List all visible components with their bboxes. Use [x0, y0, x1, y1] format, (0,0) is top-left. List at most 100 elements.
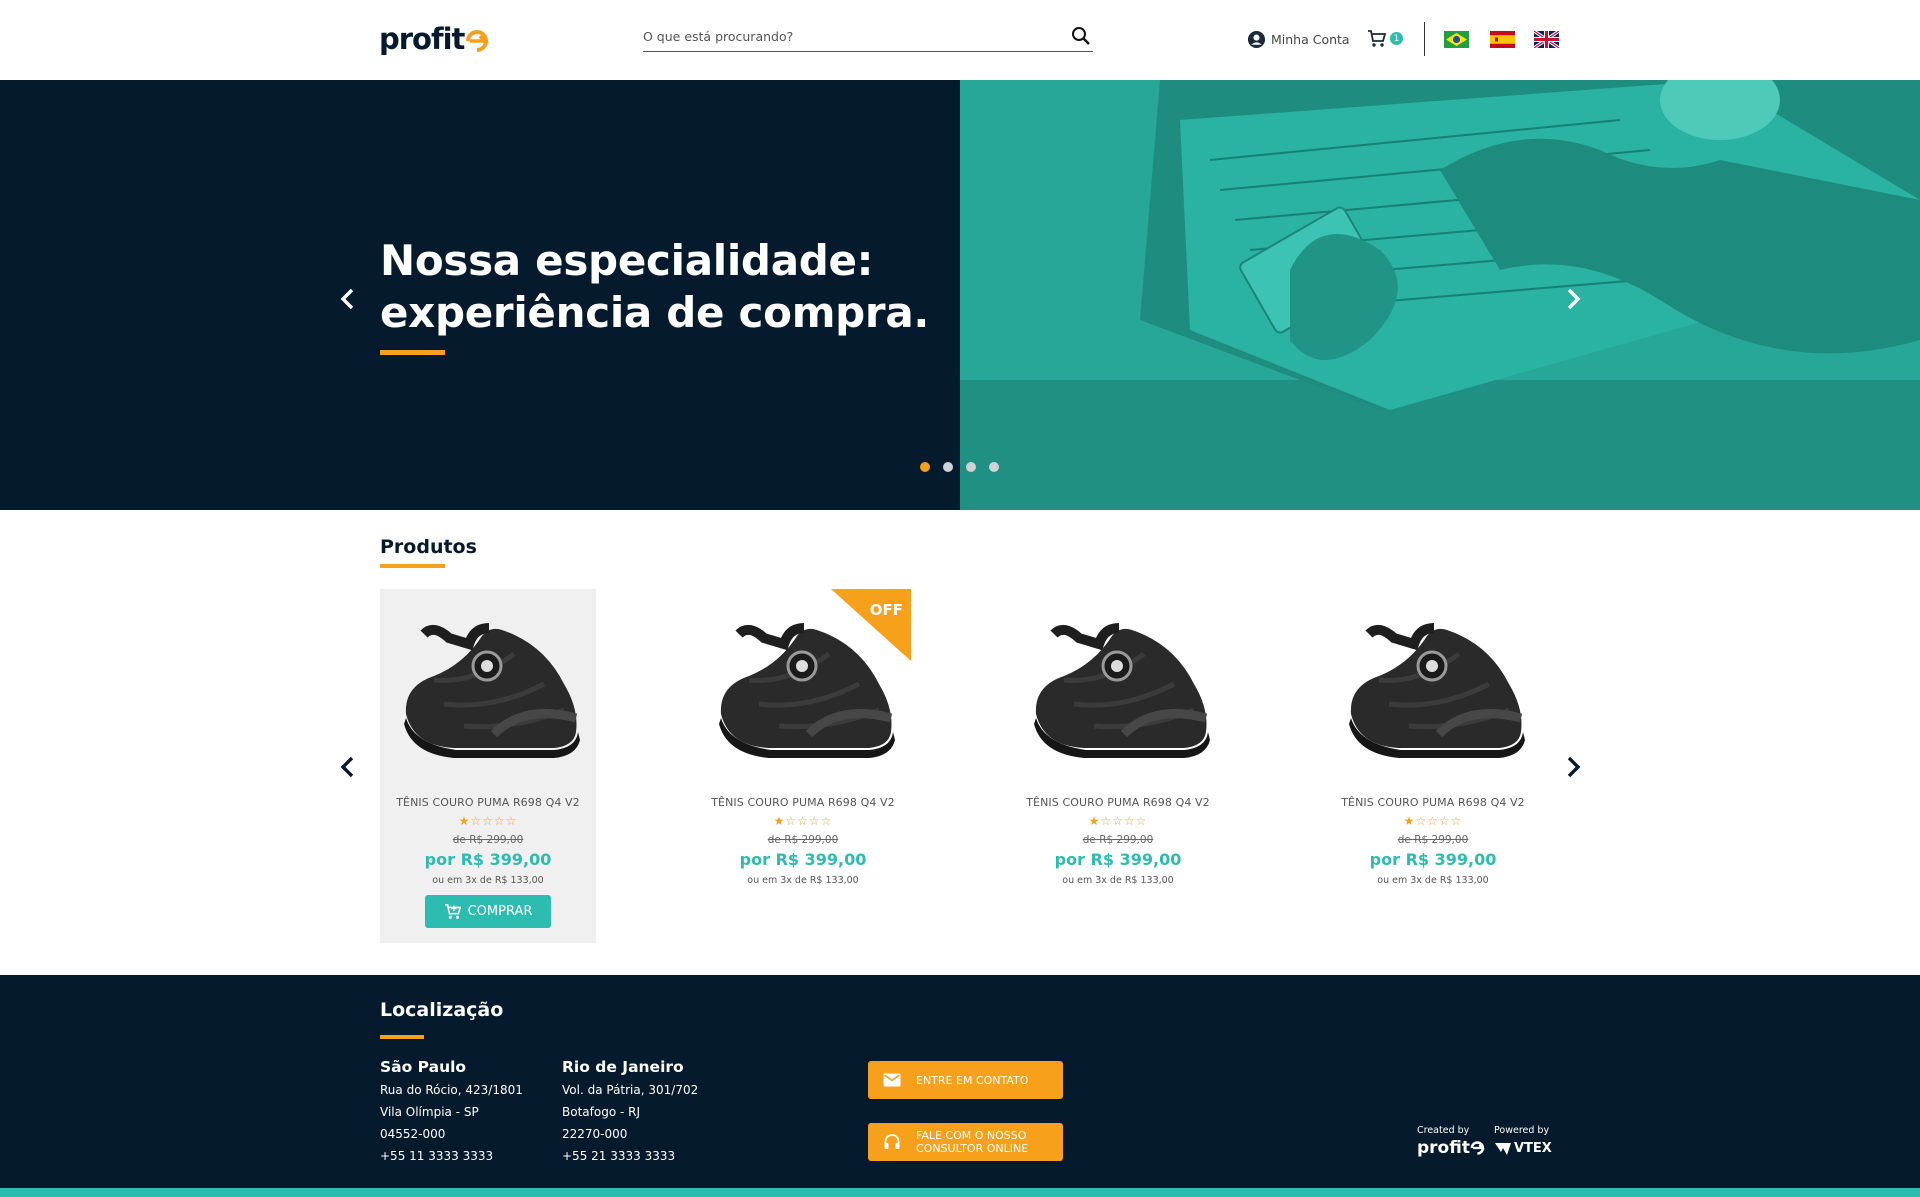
logo-e-icon: [466, 30, 490, 52]
star-empty-icon: ☆: [1415, 814, 1428, 828]
uk-flag-icon[interactable]: [1534, 31, 1559, 48]
phone-line: +55 21 3333 3333: [562, 1149, 676, 1163]
star-empty-icon: ☆: [785, 814, 798, 828]
logo-text: profit: [379, 22, 465, 56]
buy-button-label: COMPRAR: [467, 904, 533, 919]
hero-title: Nossa especialidade: experiência de comp…: [380, 235, 929, 339]
address-line: Vila Olímpia - SP: [380, 1105, 479, 1119]
product-old-price: de R$ 299,00: [1397, 834, 1469, 846]
slider-dot[interactable]: [966, 462, 976, 472]
phone-line: +55 11 3333 3333: [380, 1149, 494, 1163]
product-card[interactable]: TÊNIS COURO PUMA R698 Q4 V2 ★☆☆☆☆ de R$ …: [380, 589, 596, 943]
star-empty-icon: ☆: [493, 814, 506, 828]
search-icon[interactable]: [1069, 24, 1093, 48]
add-to-cart-icon: [444, 903, 461, 919]
hero-next-arrow-icon[interactable]: [1561, 284, 1585, 314]
address-line: Botafogo - RJ: [562, 1105, 640, 1119]
product-price: por R$ 399,00: [424, 850, 552, 869]
product-name[interactable]: TÊNIS COURO PUMA R698 Q4 V2: [1325, 796, 1541, 809]
user-icon: [1247, 30, 1266, 49]
product-old-price: de R$ 299,00: [1082, 834, 1154, 846]
star-filled-icon: ★: [458, 814, 471, 828]
city-rio-de-janeiro: Rio de Janeiro Vol. da Pátria, 301/702 B…: [562, 1058, 698, 1167]
star-empty-icon: ☆: [1123, 814, 1136, 828]
brazil-flag-icon[interactable]: [1444, 31, 1469, 48]
product-rating: ★☆☆☆☆: [695, 814, 911, 828]
address-line: 22270-000: [562, 1127, 628, 1141]
contact-button-label: ENTRE EM CONTATO: [916, 1073, 1029, 1087]
search-input[interactable]: [643, 22, 1043, 50]
city-name: Rio de Janeiro: [562, 1058, 684, 1076]
star-empty-icon: ☆: [470, 814, 483, 828]
consultant-button-line2: CONSULTOR ONLINE: [916, 1142, 1029, 1155]
products-next-arrow-icon[interactable]: [1561, 752, 1585, 782]
product-price: por R$ 399,00: [1369, 850, 1497, 869]
product-name[interactable]: TÊNIS COURO PUMA R698 Q4 V2: [380, 796, 596, 809]
product-card[interactable]: OFF TÊNIS COURO PUMA R698 Q4 V2 ★☆☆☆☆ de…: [695, 589, 911, 943]
product-old-price: de R$ 299,00: [767, 834, 839, 846]
site-footer: Localização São Paulo Rua do Rócio, 423/…: [0, 975, 1920, 1197]
mail-icon: [883, 1073, 901, 1087]
product-name[interactable]: TÊNIS COURO PUMA R698 Q4 V2: [1010, 796, 1226, 809]
hero-prev-arrow-icon[interactable]: [336, 284, 360, 314]
off-badge: OFF: [831, 589, 911, 661]
product-rating: ★☆☆☆☆: [1010, 814, 1226, 828]
off-label: OFF: [869, 601, 903, 619]
footer-accent-bar: [0, 1188, 1920, 1197]
contact-button[interactable]: ENTRE EM CONTATO: [868, 1061, 1063, 1099]
created-by-logo[interactable]: profit: [1417, 1138, 1486, 1158]
slider-dot[interactable]: [943, 462, 953, 472]
powered-by-logo[interactable]: VTEX: [1494, 1141, 1552, 1156]
product-price: por R$ 399,00: [739, 850, 867, 869]
spain-flag-icon[interactable]: [1490, 31, 1515, 48]
star-empty-icon: ☆: [1112, 814, 1124, 828]
star-filled-icon: ★: [1088, 814, 1101, 828]
profit-logo[interactable]: profit: [379, 22, 491, 56]
created-by: Created by profit: [1417, 1125, 1486, 1158]
star-empty-icon: ☆: [505, 814, 518, 828]
powered-by: Powered by VTEX: [1494, 1125, 1552, 1156]
footer-title: Localização: [380, 999, 504, 1021]
consultant-button[interactable]: FALE COM O NOSSO CONSULTOR ONLINE: [868, 1123, 1063, 1161]
product-image[interactable]: [1339, 614, 1529, 764]
star-filled-icon: ★: [773, 814, 786, 828]
powered-by-brand: VTEX: [1514, 1141, 1552, 1156]
hero-banner: Nossa especialidade: experiência de comp…: [0, 80, 1920, 510]
product-installments: ou em 3x de R$ 133,00: [432, 875, 544, 886]
buy-button[interactable]: COMPRAR: [425, 895, 551, 928]
search-bar: [643, 22, 1093, 52]
hero-title-line1: Nossa especialidade:: [380, 236, 874, 285]
star-empty-icon: ☆: [820, 814, 833, 828]
products-title-underline: [380, 564, 445, 568]
star-empty-icon: ☆: [1450, 814, 1463, 828]
product-image[interactable]: [1024, 614, 1214, 764]
city-name: São Paulo: [380, 1058, 467, 1076]
product-card[interactable]: TÊNIS COURO PUMA R698 Q4 V2 ★☆☆☆☆ de R$ …: [1010, 589, 1226, 943]
star-empty-icon: ☆: [1427, 814, 1439, 828]
products-title: Produtos: [380, 536, 477, 558]
star-empty-icon: ☆: [482, 814, 494, 828]
product-rating: ★☆☆☆☆: [1325, 814, 1541, 828]
product-image[interactable]: [394, 614, 584, 764]
product-installments: ou em 3x de R$ 133,00: [1062, 875, 1174, 886]
cart-button[interactable]: 1: [1367, 29, 1403, 48]
header-divider: [1424, 22, 1425, 56]
product-card[interactable]: TÊNIS COURO PUMA R698 Q4 V2 ★☆☆☆☆ de R$ …: [1325, 589, 1541, 943]
product-name[interactable]: TÊNIS COURO PUMA R698 Q4 V2: [695, 796, 911, 809]
slider-dot[interactable]: [989, 462, 999, 472]
products-prev-arrow-icon[interactable]: [336, 752, 360, 782]
account-link[interactable]: Minha Conta: [1247, 30, 1350, 49]
profit-e-icon: [1470, 1141, 1485, 1155]
hero-image: [960, 80, 1920, 510]
product-rating: ★☆☆☆☆: [380, 814, 596, 828]
site-header: profit Minha Conta 1: [0, 0, 1920, 80]
slider-dot[interactable]: [920, 462, 930, 472]
city-sao-paulo: São Paulo Rua do Rócio, 423/1801 Vila Ol…: [380, 1058, 523, 1167]
product-installments: ou em 3x de R$ 133,00: [747, 875, 859, 886]
created-by-brand: profit: [1417, 1138, 1470, 1158]
hero-title-line2: experiência de compra.: [380, 288, 930, 337]
headset-icon: [884, 1134, 900, 1149]
product-price: por R$ 399,00: [1054, 850, 1182, 869]
star-filled-icon: ★: [1403, 814, 1416, 828]
cart-count-badge: 1: [1390, 32, 1403, 45]
